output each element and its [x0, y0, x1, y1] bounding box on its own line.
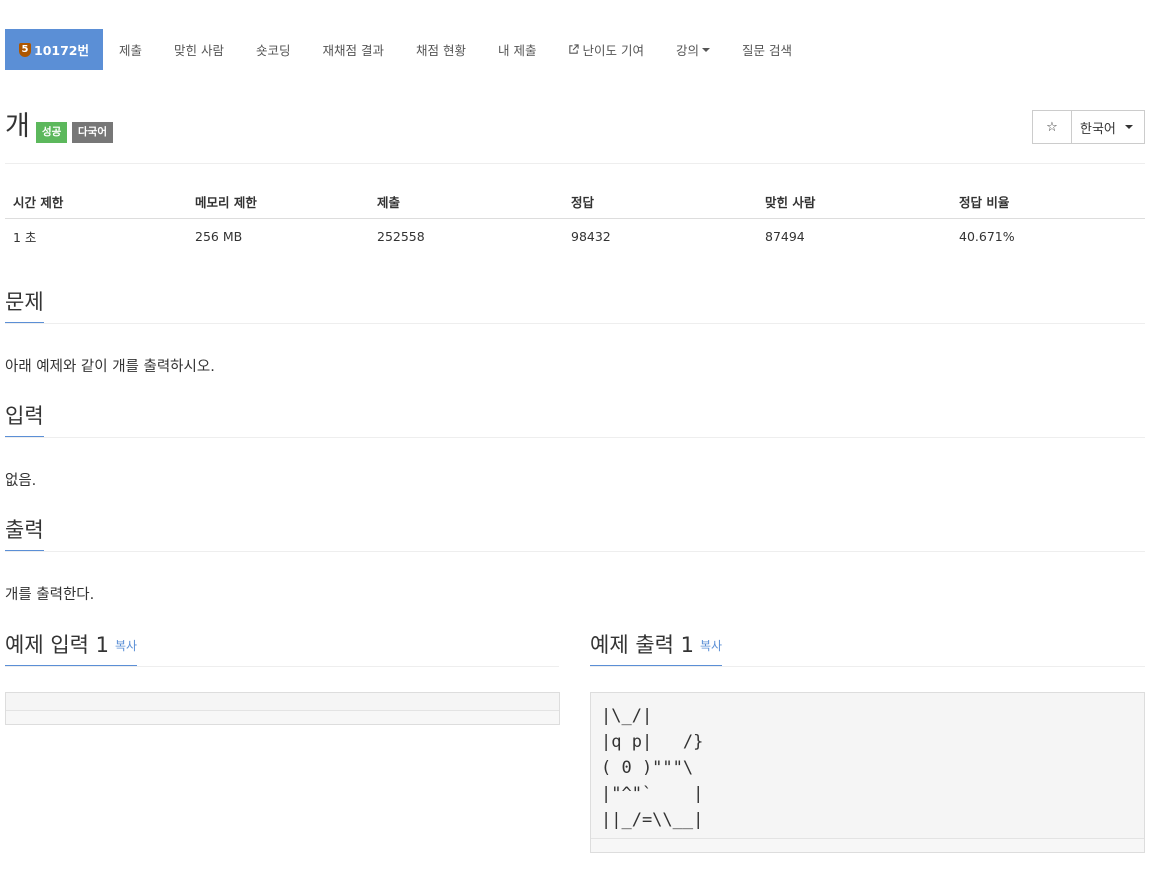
section-title-description: 문제 [5, 286, 44, 324]
language-select[interactable]: 한국어 [1071, 110, 1145, 144]
tab-solvers[interactable]: 맞힌 사람 [158, 29, 240, 70]
value-accept-ratio: 40.671% [959, 229, 1015, 244]
value-solvers: 87494 [765, 229, 805, 244]
header-submissions: 제출 [377, 194, 401, 210]
copy-sample-output-button[interactable]: 복사 [700, 639, 722, 653]
sample-output-footer [591, 838, 1144, 852]
caret-down-icon [1125, 125, 1133, 129]
star-icon: ☆ [1046, 119, 1058, 135]
tab-lectures-dropdown[interactable]: 강의 [660, 29, 726, 70]
sample-output-title: 예제 출력 1 [590, 633, 694, 657]
problem-info-table: 시간 제한 메모리 제한 제출 정답 맞힌 사람 정답 비율 1 초 256 M… [5, 184, 1145, 254]
tab-my-submissions[interactable]: 내 제출 [482, 29, 552, 70]
tab-difficulty-contribute[interactable]: 난이도 기여 [552, 29, 659, 70]
external-link-icon [568, 44, 580, 55]
tab-short-coding[interactable]: 숏코딩 [240, 29, 307, 70]
sample-output-box[interactable]: |\_/| |q p| /} ( 0 )"""\ |"^"` | ||_/=\\… [590, 692, 1145, 853]
tab-judge-status[interactable]: 채점 현황 [400, 29, 482, 70]
sample-input-content [6, 693, 559, 703]
page-title: 개 [5, 111, 30, 142]
output-text: 개를 출력한다. [5, 587, 95, 603]
tab-problem-label: 10172번 [34, 43, 89, 58]
value-time-limit: 1 초 [13, 230, 37, 245]
header-time-limit: 시간 제한 [13, 194, 64, 210]
section-title-output: 출력 [5, 514, 44, 552]
caret-down-icon [701, 47, 710, 52]
language-select-label: 한국어 [1080, 121, 1116, 137]
tab-rejudge-results[interactable]: 재채점 결과 [307, 29, 400, 70]
header-accepted: 정답 [571, 194, 595, 210]
favorite-star-button[interactable]: ☆ [1032, 110, 1072, 144]
input-text: 없음. [5, 473, 37, 489]
divider [5, 163, 1145, 164]
table-header-row: 시간 제한 메모리 제한 제출 정답 맞힌 사람 정답 비율 [5, 184, 1145, 219]
header-memory-limit: 메모리 제한 [195, 194, 257, 210]
divider [5, 437, 1145, 438]
tab-question-search[interactable]: 질문 검색 [726, 29, 808, 70]
value-memory-limit: 256 MB [195, 229, 243, 244]
value-submissions: 252558 [377, 229, 425, 244]
divider [590, 666, 1145, 667]
tab-lectures-label: 강의 [675, 43, 699, 58]
tab-submit[interactable]: 제출 [103, 29, 158, 70]
divider [5, 666, 559, 667]
sample-output-content: |\_/| |q p| /} ( 0 )"""\ |"^"` | ||_/=\\… [601, 706, 704, 830]
tab-problem[interactable]: 5 10172번 [5, 29, 103, 70]
copy-sample-input-button[interactable]: 복사 [115, 639, 137, 653]
tab-difficulty-label: 난이도 기여 [582, 43, 644, 58]
status-badge-multilang[interactable]: 다국어 [72, 122, 113, 143]
problem-nav: 5 10172번 제출 맞힌 사람 숏코딩 재채점 결과 채점 현황 내 제출 … [5, 29, 808, 70]
header-solvers: 맞힌 사람 [765, 194, 816, 210]
problem-actions: ☆ 한국어 [1032, 110, 1145, 144]
problem-header: 개 성공 다국어 ☆ 한국어 [5, 110, 1145, 144]
description-text: 아래 예제와 같이 개를 출력하시오. [5, 359, 215, 375]
table-row: 1 초 256 MB 252558 98432 87494 40.671% [5, 219, 1145, 254]
sample-input-box[interactable] [5, 692, 560, 725]
sample-input-header: 예제 입력 1 복사 [5, 629, 138, 667]
section-title-input: 입력 [5, 400, 44, 438]
status-badge-success: 성공 [36, 122, 68, 143]
sample-output-header: 예제 출력 1 복사 [590, 629, 723, 667]
sample-input-title: 예제 입력 1 [5, 633, 109, 657]
value-accepted: 98432 [571, 229, 611, 244]
header-accept-ratio: 정답 비율 [959, 194, 1010, 210]
tier-badge-icon: 5 [19, 42, 31, 57]
divider [5, 323, 1145, 324]
sample-input-footer [6, 710, 559, 724]
divider [5, 551, 1145, 552]
